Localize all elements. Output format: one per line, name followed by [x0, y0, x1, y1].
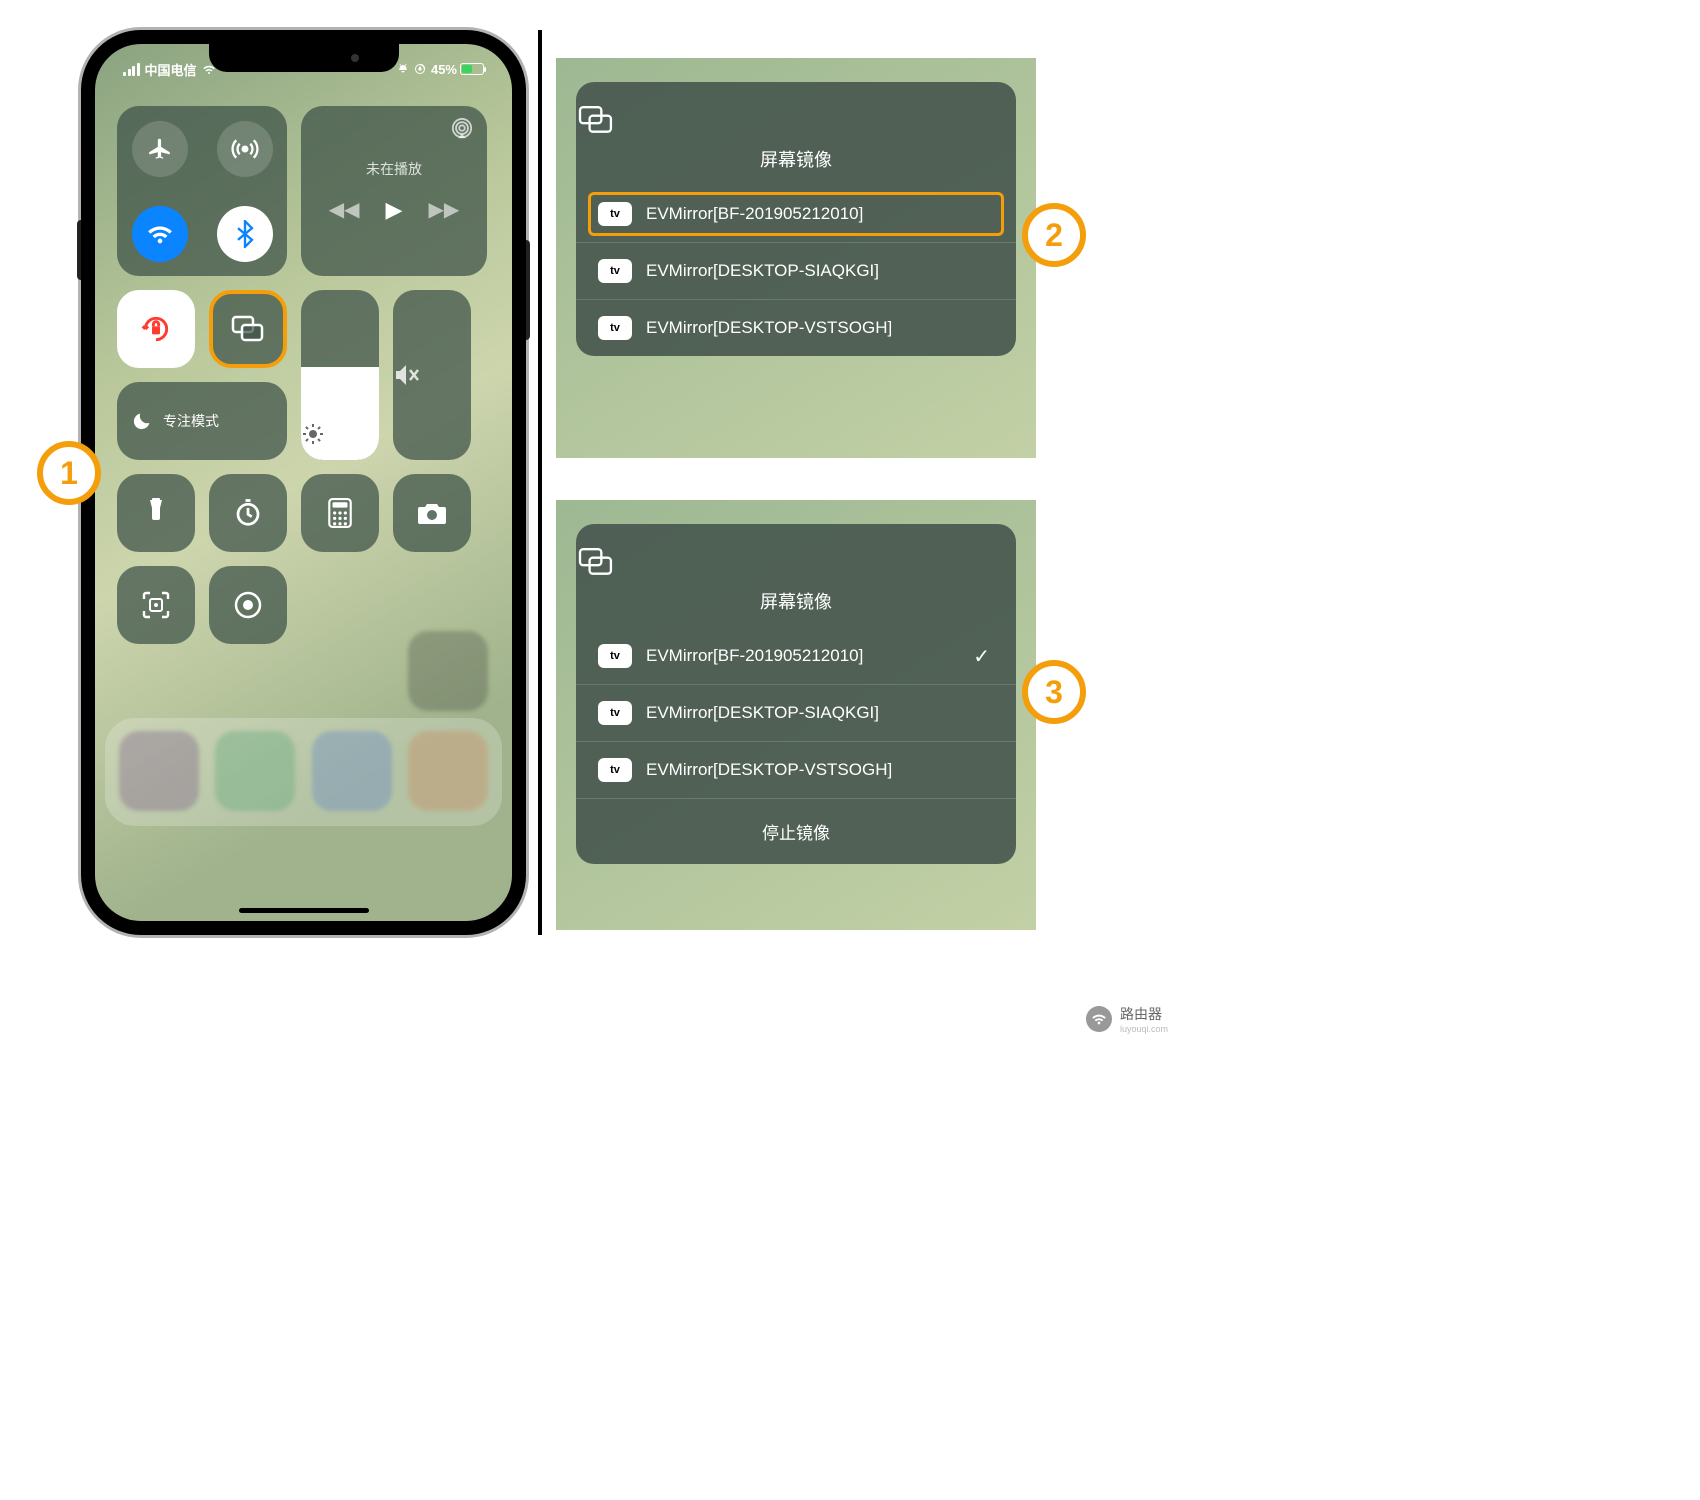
screen-mirroring-icon [576, 546, 616, 578]
step-1-callout: 1 [37, 441, 101, 505]
mute-icon [393, 362, 471, 388]
screen-mirroring-icon [576, 104, 616, 136]
divider [538, 30, 542, 935]
home-indicator[interactable] [239, 908, 369, 913]
step-2-callout: 2 [1022, 203, 1086, 267]
appletv-icon: tv [598, 701, 632, 725]
device-name: EVMirror[DESKTOP-VSTSOGH] [646, 760, 892, 780]
watermark: 路由器 luyouqi.com [1086, 1004, 1168, 1034]
battery-indicator: 45% [431, 62, 484, 77]
device-option-3[interactable]: tv EVMirror[DESKTOP-VSTSOGH] [576, 741, 1016, 798]
camera-button[interactable] [393, 474, 471, 552]
wifi-toggle[interactable] [132, 206, 188, 262]
airplane-mode-toggle[interactable] [132, 121, 188, 177]
device-option-1[interactable]: tv EVMirror[BF-201905212010] [576, 186, 1016, 242]
iphone-device-frame: 中国电信 45% [81, 30, 526, 935]
timer-button[interactable] [209, 474, 287, 552]
device-name: EVMirror[DESKTOP-VSTSOGH] [646, 318, 892, 338]
brightness-slider[interactable] [301, 290, 379, 460]
watermark-icon [1086, 1006, 1112, 1032]
panel-title: 屏幕镜像 [576, 146, 1016, 172]
orientation-lock-icon [414, 63, 426, 75]
device-option-3[interactable]: tv EVMirror[DESKTOP-VSTSOGH] [576, 299, 1016, 356]
now-playing-label: 未在播放 [366, 159, 422, 179]
battery-percentage: 45% [431, 62, 457, 77]
panel-title: 屏幕镜像 [576, 588, 1016, 614]
rotation-lock-button[interactable] [117, 290, 195, 368]
appletv-icon: tv [598, 202, 632, 226]
appletv-icon: tv [598, 758, 632, 782]
carrier-label: 中国电信 [145, 60, 197, 79]
now-playing-tile[interactable]: 未在播放 ◀◀ ▶ ▶▶ [301, 106, 487, 276]
alarm-icon [397, 63, 409, 75]
checkmark-icon: ✓ [973, 644, 990, 669]
home-dock [105, 718, 502, 826]
play-button[interactable]: ▶ [386, 197, 403, 223]
device-option-1-selected[interactable]: tv EVMirror[BF-201905212010] ✓ [576, 628, 1016, 684]
screen-mirroring-button[interactable] [209, 290, 287, 368]
moon-icon [131, 410, 153, 432]
device-name: EVMirror[BF-201905212010] [646, 646, 863, 666]
appletv-icon: tv [598, 316, 632, 340]
bluetooth-toggle[interactable] [217, 206, 273, 262]
flashlight-button[interactable] [117, 474, 195, 552]
forward-button[interactable]: ▶▶ [428, 197, 459, 223]
brightness-icon [301, 422, 379, 446]
stop-mirroring-button[interactable]: 停止镜像 [576, 798, 1016, 864]
rewind-button[interactable]: ◀◀ [329, 197, 360, 223]
connectivity-tile[interactable] [117, 106, 287, 276]
calculator-button[interactable] [301, 474, 379, 552]
focus-mode-label: 专注模式 [163, 411, 219, 431]
step-2-panel-wrap: 屏幕镜像 tv EVMirror[BF-201905212010] tv EVM… [556, 58, 1036, 458]
device-name: EVMirror[BF-201905212010] [646, 204, 863, 224]
phone-screen: 中国电信 45% [95, 44, 512, 921]
device-option-2[interactable]: tv EVMirror[DESKTOP-SIAQKGI] [576, 684, 1016, 741]
device-name: EVMirror[DESKTOP-SIAQKGI] [646, 261, 879, 281]
control-center: 未在播放 ◀◀ ▶ ▶▶ [117, 106, 490, 658]
screen-mirroring-device-list: 屏幕镜像 tv EVMirror[BF-201905212010] tv EVM… [576, 82, 1016, 356]
watermark-url: luyouqi.com [1120, 1024, 1168, 1034]
screen-record-button[interactable] [209, 566, 287, 644]
cellular-data-toggle[interactable] [217, 121, 273, 177]
qr-scanner-button[interactable] [117, 566, 195, 644]
screen-mirroring-connected-list: 屏幕镜像 tv EVMirror[BF-201905212010] ✓ tv E… [576, 524, 1016, 864]
device-name: EVMirror[DESKTOP-SIAQKGI] [646, 703, 879, 723]
appletv-icon: tv [598, 644, 632, 668]
watermark-text: 路由器 [1120, 1004, 1168, 1024]
notch [209, 44, 399, 72]
volume-slider[interactable] [393, 290, 471, 460]
appletv-icon: tv [598, 259, 632, 283]
cellular-signal-icon [123, 63, 140, 76]
step-3-panel-wrap: 屏幕镜像 tv EVMirror[BF-201905212010] ✓ tv E… [556, 500, 1036, 930]
step-3-callout: 3 [1022, 660, 1086, 724]
device-option-2[interactable]: tv EVMirror[DESKTOP-SIAQKGI] [576, 242, 1016, 299]
focus-mode-button[interactable]: 专注模式 [117, 382, 287, 460]
tutorial-composite: 中国电信 45% [0, 0, 1180, 1032]
airplay-icon[interactable] [451, 118, 473, 140]
